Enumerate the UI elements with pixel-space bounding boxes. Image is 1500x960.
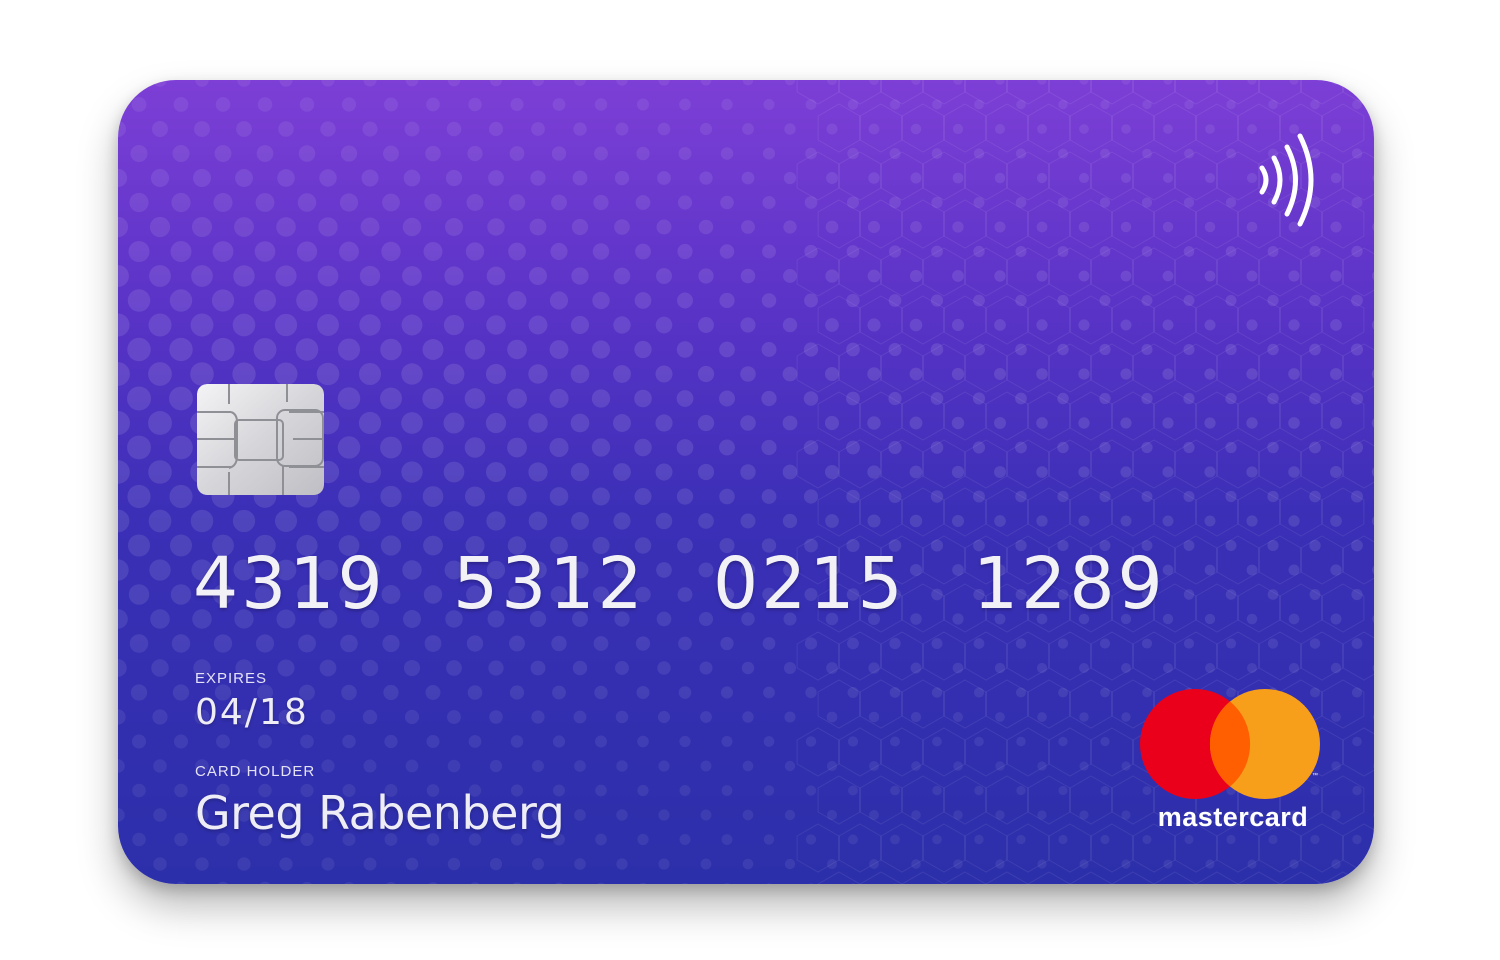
stage: 4319 5312 0215 1289 EXPIRES 04/18 CARD H… — [0, 0, 1500, 960]
card-holder-label: CARD HOLDER — [195, 763, 316, 780]
card-number-group-2: 5312 — [453, 542, 646, 625]
card-number-group-4: 1289 — [973, 542, 1166, 625]
card-number-group-1: 4319 — [193, 542, 386, 625]
card-holder-name: Greg Rabenberg — [195, 786, 565, 840]
expiry-date: 04/18 — [195, 692, 309, 733]
trademark-mark: ™ — [1312, 773, 1318, 779]
card-number-group-3: 0215 — [713, 542, 906, 625]
card-number: 4319 5312 0215 1289 — [193, 542, 1233, 625]
chip-icon — [197, 384, 324, 495]
contactless-icon — [1252, 132, 1324, 228]
mastercard-wordmark: mastercard — [1157, 802, 1309, 832]
expires-label: EXPIRES — [195, 670, 268, 687]
credit-card: 4319 5312 0215 1289 EXPIRES 04/18 CARD H… — [118, 80, 1374, 884]
